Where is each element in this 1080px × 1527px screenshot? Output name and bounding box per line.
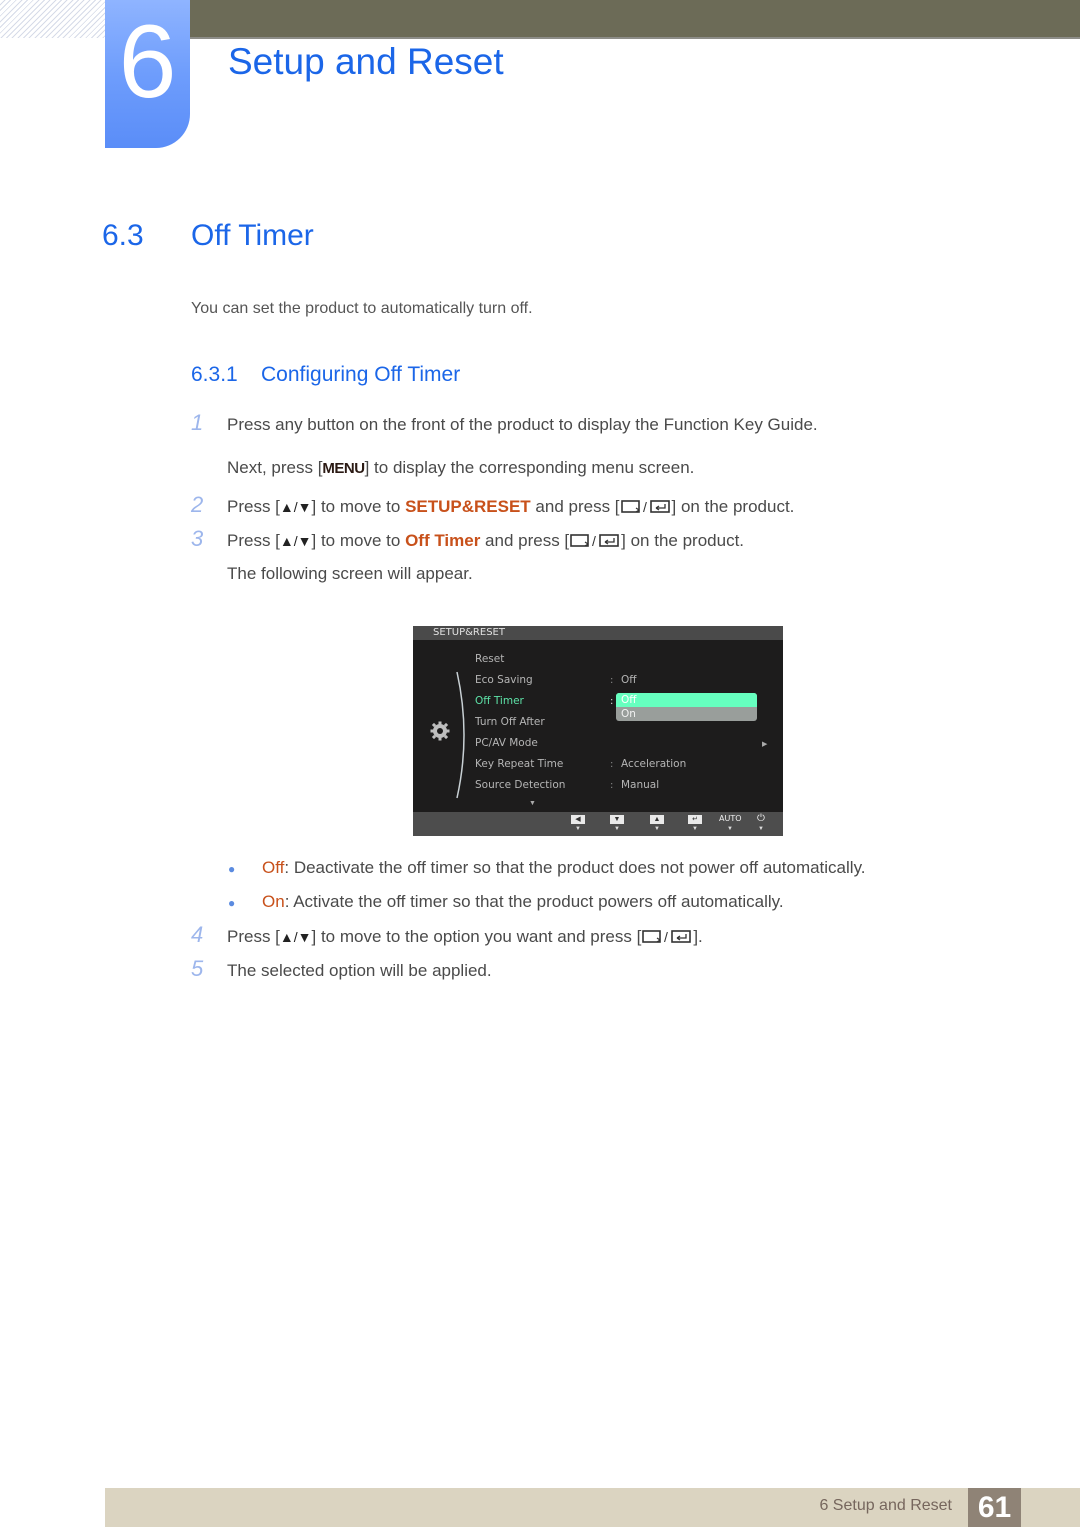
bullet-term: Off: [262, 858, 285, 877]
key-pointer-icon: ▼: [727, 826, 733, 832]
osd-item-off-timer[interactable]: Off Timer: [475, 695, 524, 708]
osd-item-turn-off-after[interactable]: Turn Off After: [475, 716, 545, 729]
bullet-on: On: Activate the off timer so that the p…: [262, 890, 784, 914]
page-number: 61: [968, 1488, 1021, 1527]
text-fragment: Press [: [227, 531, 280, 550]
step-number-5: 5: [191, 956, 204, 981]
step-number-1: 1: [191, 410, 204, 435]
svg-text:/: /: [664, 929, 668, 944]
text-fragment: ] to move to: [311, 497, 406, 516]
down-key-icon[interactable]: ▼: [610, 815, 624, 824]
power-icon[interactable]: ⏻: [757, 814, 765, 824]
left-key-icon[interactable]: ◀: [571, 815, 585, 824]
bullet-icon: ●: [228, 862, 236, 876]
step-3-subtext: The following screen will appear.: [227, 564, 473, 583]
osd-value-eco-saving: Off: [621, 674, 637, 686]
section-title: Off Timer: [191, 219, 314, 252]
text-fragment: ] on the product.: [621, 531, 745, 550]
text-fragment: ] to move to the option you want and pre…: [311, 927, 642, 946]
osd-menu-screenshot: SETUP&RESET Reset Eco Saving : Off Off T…: [413, 626, 783, 836]
chapter-tab: 6: [105, 0, 190, 148]
source-enter-key-icon: /: [620, 497, 672, 521]
header-hatch-pattern: [0, 0, 105, 38]
intro-text: You can set the product to automatically…: [191, 300, 533, 317]
text-fragment: ] to display the corresponding menu scre…: [364, 458, 695, 477]
osd-colon: :: [610, 759, 614, 770]
step-1-subtext: Next, press [MENU] to display the corres…: [227, 456, 694, 481]
up-down-arrow-icon: ▲/▼: [279, 929, 312, 945]
osd-item-eco-saving[interactable]: Eco Saving: [475, 674, 533, 687]
step-4-text: Press [▲/▼] to move to the option you wa…: [227, 925, 703, 951]
osd-colon: :: [610, 780, 614, 791]
osd-arc-decoration: [456, 671, 465, 799]
scroll-down-icon: ▼: [529, 800, 536, 807]
osd-item-source-detection[interactable]: Source Detection: [475, 779, 565, 792]
step-1-text: Press any button on the front of the pro…: [227, 415, 818, 434]
key-pointer-icon: ▼: [575, 826, 581, 832]
page-footer: 6 Setup and Reset 61: [105, 1488, 1080, 1527]
dropdown-option-off[interactable]: Off: [616, 693, 757, 707]
text-fragment: ] on the product.: [671, 497, 795, 516]
subsection-number: 6.3.1: [191, 363, 238, 386]
step-number-3: 3: [191, 526, 204, 551]
step-number-2: 2: [191, 492, 204, 517]
bullet-term: On: [262, 892, 285, 911]
highlight-off-timer: Off Timer: [405, 531, 481, 550]
text-fragment: ] to move to: [311, 531, 406, 550]
svg-text:/: /: [643, 499, 647, 514]
key-pointer-icon: ▼: [614, 826, 620, 832]
chevron-right-icon: ▶: [762, 741, 768, 748]
text-fragment: and press [: [530, 497, 620, 516]
gear-icon: [430, 721, 450, 741]
bullet-text: : Deactivate the off timer so that the p…: [284, 858, 866, 877]
step-number-4: 4: [191, 922, 204, 947]
text-fragment: ].: [693, 927, 703, 946]
source-enter-key-icon: /: [641, 927, 693, 951]
bullet-icon: ●: [228, 896, 236, 910]
chapter-title: Setup and Reset: [228, 41, 504, 82]
osd-item-pc-av-mode[interactable]: PC/AV Mode: [475, 737, 538, 750]
up-down-arrow-icon: ▲/▼: [279, 533, 312, 549]
bullet-off: Off: Deactivate the off timer so that th…: [262, 856, 866, 880]
up-key-icon[interactable]: ▲: [650, 815, 664, 824]
highlight-setup-reset: SETUP&RESET: [405, 497, 531, 516]
text-fragment: Press [: [227, 497, 280, 516]
osd-function-key-bar: ◀ ▼ ▼ ▼ ▲ ▼ ↵ ▼ AUTO ▼ ⏻ ▼: [413, 812, 783, 836]
osd-item-key-repeat-time[interactable]: Key Repeat Time: [475, 758, 563, 771]
section-number: 6.3: [102, 219, 144, 252]
step-2-text: Press [▲/▼] to move to SETUP&RESET and p…: [227, 495, 794, 521]
dropdown-option-on[interactable]: On: [616, 707, 757, 721]
enter-key-icon[interactable]: ↵: [688, 815, 702, 824]
osd-colon: :: [610, 675, 614, 686]
subsection-title: Configuring Off Timer: [261, 363, 461, 386]
text-fragment: Press [: [227, 927, 280, 946]
text-fragment: Next, press [: [227, 458, 323, 477]
osd-value-key-repeat-time: Acceleration: [621, 758, 687, 770]
source-enter-key-icon: /: [569, 531, 621, 555]
step-5-text: The selected option will be applied.: [227, 961, 492, 980]
svg-text:/: /: [592, 533, 596, 548]
osd-header: SETUP&RESET: [413, 626, 783, 640]
step-3-text: Press [▲/▼] to move to Off Timer and pre…: [227, 529, 744, 555]
osd-header-title: SETUP&RESET: [433, 627, 505, 638]
footer-chapter-label: 6 Setup and Reset: [819, 1497, 952, 1514]
key-pointer-icon: ▼: [692, 826, 698, 832]
up-down-arrow-icon: ▲/▼: [279, 499, 312, 515]
menu-key-icon: MENU: [322, 460, 365, 477]
key-pointer-icon: ▼: [654, 826, 660, 832]
bullet-text: : Activate the off timer so that the pro…: [284, 892, 784, 911]
auto-key-label[interactable]: AUTO: [719, 814, 742, 824]
osd-value-source-detection: Manual: [621, 779, 660, 791]
key-pointer-icon: ▼: [758, 826, 764, 832]
chapter-number: 6: [118, 4, 177, 120]
off-timer-dropdown[interactable]: Off On: [616, 693, 757, 721]
text-fragment: and press [: [480, 531, 570, 550]
header-bar: [190, 0, 1080, 39]
osd-colon: :: [610, 696, 614, 707]
osd-item-reset[interactable]: Reset: [475, 653, 504, 666]
